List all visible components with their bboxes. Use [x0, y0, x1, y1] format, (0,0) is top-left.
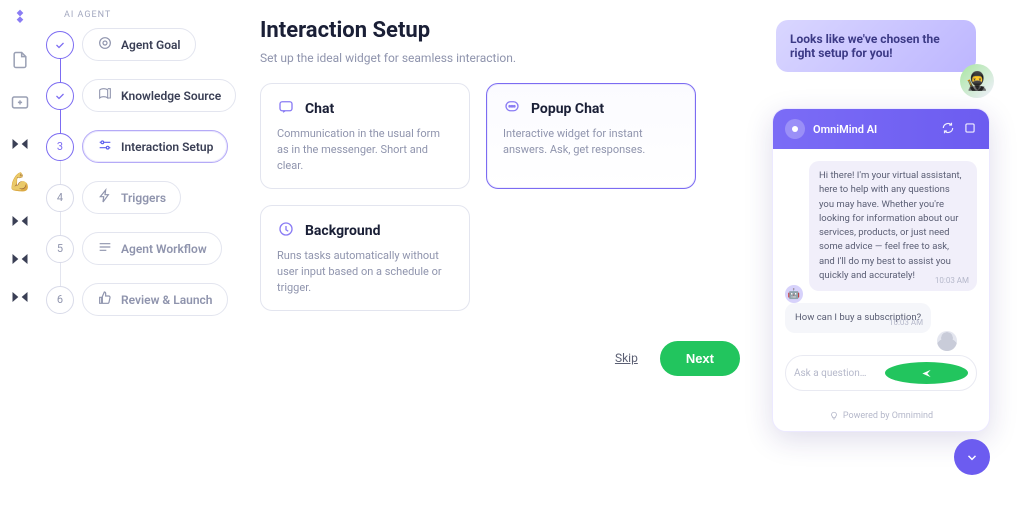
- user-message: How can I buy a subscription? 10:03 AM: [785, 303, 931, 333]
- card-title: Chat: [305, 101, 334, 117]
- workflow-icon: [97, 239, 113, 258]
- card-title: Background: [305, 223, 380, 239]
- composer-placeholder: Ask a question…: [794, 368, 877, 379]
- card-title: Popup Chat: [531, 101, 604, 117]
- step-triggers[interactable]: 4 Triggers: [46, 181, 244, 214]
- card-desc: Runs tasks automatically without user in…: [277, 248, 453, 296]
- page-title: Interaction Setup: [260, 18, 740, 43]
- bowtie-icon-1[interactable]: [10, 134, 30, 154]
- background-icon: [277, 220, 295, 242]
- card-desc: Communication in the usual form as in th…: [277, 126, 453, 174]
- add-folder-icon[interactable]: [10, 92, 30, 116]
- collapse-fab[interactable]: [954, 439, 990, 475]
- widget-header: OmniMind AI: [773, 109, 989, 149]
- sidebar: AI AGENT Agent Goal Knowledge Source 3 I…: [40, 0, 250, 344]
- step-label: Review & Launch: [121, 293, 213, 307]
- step-label: Agent Goal: [121, 38, 181, 52]
- bot-time: 10:03 AM: [935, 275, 969, 287]
- logo-icon: [10, 8, 30, 32]
- muscle-icon[interactable]: 💪: [9, 172, 31, 193]
- main-panel: Interaction Setup Set up the ideal widge…: [260, 18, 740, 376]
- step-label: Knowledge Source: [121, 89, 221, 103]
- step-label: Agent Workflow: [121, 242, 207, 256]
- powered-by: Powered by Omnimind: [773, 403, 989, 431]
- target-icon: [97, 35, 113, 54]
- step-knowledge-source[interactable]: Knowledge Source: [46, 79, 244, 112]
- step-interaction-setup[interactable]: 3 Interaction Setup: [46, 130, 244, 163]
- skip-link[interactable]: Skip: [615, 351, 638, 365]
- document-icon[interactable]: [10, 50, 30, 74]
- step-agent-goal[interactable]: Agent Goal: [46, 28, 244, 61]
- bowtie-icon-4[interactable]: [10, 287, 30, 307]
- bot-message: Hi there! I'm your virtual assistant, he…: [809, 161, 977, 291]
- widget-title: OmniMind AI: [813, 123, 877, 136]
- bot-avatar-icon: 🤖: [785, 285, 803, 303]
- tooltip: Looks like we've chosen the right setup …: [776, 20, 976, 72]
- user-time: 10:03 AM: [889, 317, 923, 329]
- chat-widget-preview: OmniMind AI 🤖 Hi there! I'm your virtual…: [772, 108, 990, 432]
- card-desc: Interactive widget for instant answers. …: [503, 126, 679, 158]
- widget-logo-icon: [785, 119, 805, 139]
- sidebar-title: AI AGENT: [64, 10, 244, 20]
- step-label: Triggers: [121, 191, 166, 205]
- chat-icon: [277, 98, 295, 120]
- step-label: Interaction Setup: [121, 140, 213, 154]
- expand-icon[interactable]: [963, 121, 977, 138]
- page-subtitle: Set up the ideal widget for seamless int…: [260, 51, 740, 65]
- book-icon: [97, 86, 113, 105]
- popup-icon: [503, 98, 521, 120]
- bolt-icon: [97, 188, 113, 207]
- card-chat[interactable]: Chat Communication in the usual form as …: [260, 83, 470, 189]
- thumbs-up-icon: [97, 290, 113, 309]
- step-agent-workflow[interactable]: 5 Agent Workflow: [46, 232, 244, 265]
- send-button[interactable]: [885, 362, 968, 384]
- card-popup-chat[interactable]: Popup Chat Interactive widget for instan…: [486, 83, 696, 189]
- nav-rail: 💪: [0, 0, 40, 519]
- bowtie-icon-2[interactable]: [10, 211, 30, 231]
- step-review-launch[interactable]: 6 Review & Launch: [46, 283, 244, 316]
- refresh-icon[interactable]: [941, 121, 955, 138]
- bowtie-icon-3[interactable]: [10, 249, 30, 269]
- assistant-avatar: 🥷: [960, 64, 994, 98]
- user-avatar-icon: [937, 331, 957, 351]
- card-background[interactable]: Background Runs tasks automatically with…: [260, 205, 470, 311]
- composer[interactable]: Ask a question…: [785, 355, 977, 391]
- next-button[interactable]: Next: [660, 341, 740, 376]
- sliders-icon: [97, 137, 113, 156]
